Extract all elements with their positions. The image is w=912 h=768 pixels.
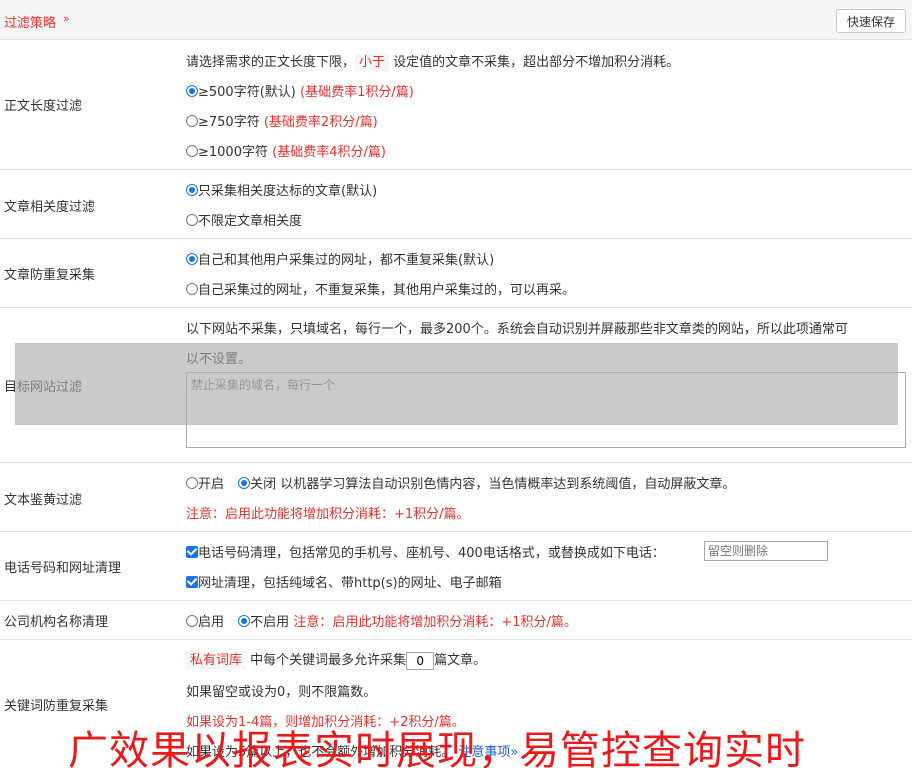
option-label: 网址清理，包括纯域名、带http(s)的网址、电子邮箱	[198, 576, 502, 591]
dedupe-option-self[interactable]: 自己采集过的网址，不重复采集，其他用户采集过的，可以再采。	[186, 279, 575, 298]
company-clean-options: 启用 不启用 注意：启用此功能将增加积分消耗：+1积分/篇。	[186, 611, 577, 630]
rate-note: (基础费率4积分/篇)	[272, 145, 386, 160]
keyword-dedupe-line1: 私有词库 中每个关键词最多允许采集 篇文章。	[186, 649, 486, 670]
quick-save-button[interactable]: 快速保存	[836, 9, 906, 33]
keyword-dedupe-label: 关键词防重复采集	[4, 699, 109, 714]
option-label: ≥750字符	[198, 115, 260, 130]
length-option-750[interactable]: ≥750字符 (基础费率2积分/篇)	[186, 111, 378, 130]
desc-text: 设定值的文章不采集，超出部分不增加积分消耗。	[393, 55, 680, 70]
option-label: 只采集相关度达标的文章(默认)	[198, 184, 378, 199]
porn-filter-label: 文本鉴黄过滤	[4, 493, 83, 508]
line-text: 篇文章。	[434, 653, 487, 668]
private-lexicon-link[interactable]: 私有词库	[186, 652, 247, 669]
length-filter-label: 正文长度过滤	[4, 99, 83, 114]
option-on-label[interactable]: 开启	[198, 477, 224, 492]
option-label: 自己和其他用户采集过的网址，都不重复采集(默认)	[198, 253, 495, 268]
chevron-down-icon[interactable]: »	[63, 12, 70, 25]
radio-button[interactable]	[186, 253, 198, 265]
ad-banner-text: 广效果以报表实时展现，易管控查询实时	[68, 728, 806, 768]
radio-button[interactable]	[238, 477, 251, 489]
checkbox[interactable]	[186, 576, 198, 588]
relevance-label: 文章相关度过滤	[4, 200, 96, 215]
phone-clean-label: 电话号码和网址清理	[4, 561, 122, 576]
section-title[interactable]: 过滤策略	[4, 12, 56, 31]
option-off-label[interactable]: 关闭	[250, 477, 276, 492]
radio-button[interactable]	[186, 184, 198, 196]
relevance-option-strict[interactable]: 只采集相关度达标的文章(默认)	[186, 180, 377, 199]
radio-button[interactable]	[186, 283, 198, 295]
blocked-domains-textarea[interactable]	[186, 372, 906, 448]
porn-filter-options: 开启 关闭 以机器学习算法自动识别色情内容，当色情概率达到系统阈值，自动屏蔽文章…	[186, 473, 735, 492]
dedupe-option-all[interactable]: 自己和其他用户采集过的网址，都不重复采集(默认)	[186, 249, 494, 268]
radio-button[interactable]	[186, 477, 198, 489]
radio-button[interactable]	[186, 145, 198, 157]
rate-note: (基础费率2积分/篇)	[263, 115, 378, 130]
site-filter-label: 目标网站过滤	[4, 380, 83, 395]
less-than-highlight: 小于	[355, 54, 390, 71]
phone-clean-option[interactable]: 电话号码清理，包括常见的手机号、座机号、400电话格式，或替换成如下电话：	[186, 542, 665, 561]
radio-button[interactable]	[186, 615, 198, 627]
length-filter-desc: 请选择需求的正文长度下限， 小于 设定值的文章不采集，超出部分不增加积分消耗。	[186, 51, 680, 71]
length-option-500[interactable]: ≥500字符(默认) (基础费率1积分/篇)	[186, 81, 414, 100]
option-label: 自己采集过的网址，不重复采集，其他用户采集过的，可以再采。	[198, 283, 576, 298]
option-label: 电话号码清理，包括常见的手机号、座机号、400电话格式，或替换成如下电话：	[198, 546, 665, 561]
rate-note: (基础费率1积分/篇)	[300, 85, 414, 100]
porn-filter-note: 注意：启用此功能将增加积分消耗：+1积分/篇。	[186, 507, 470, 522]
radio-button[interactable]	[186, 85, 198, 97]
desc-text: 请选择需求的正文长度下限，	[186, 55, 356, 70]
option-off-label[interactable]: 不启用	[250, 615, 289, 630]
company-clean-note: 注意：启用此功能将增加积分消耗：+1积分/篇。	[293, 615, 577, 630]
radio-button[interactable]	[238, 615, 251, 627]
option-label: ≥1000字符	[198, 145, 268, 160]
option-on-label[interactable]: 启用	[198, 615, 224, 630]
line-text: 中每个关键词最多允许采集	[250, 653, 407, 668]
url-clean-option[interactable]: 网址清理，包括纯域名、带http(s)的网址、电子邮箱	[186, 572, 502, 591]
dedupe-label: 文章防重复采集	[4, 268, 96, 283]
porn-filter-desc: 以机器学习算法自动识别色情内容，当色情概率达到系统阈值，自动屏蔽文章。	[280, 477, 736, 492]
option-label: ≥500字符(默认)	[198, 85, 296, 100]
keyword-dedupe-line2: 如果留空或设为0，则不限篇数。	[186, 685, 377, 700]
relevance-option-any[interactable]: 不限定文章相关度	[186, 210, 302, 229]
site-filter-desc-1: 以下网站不采集，只填域名，每行一个，最多200个。系统会自动识别并屏蔽那些非文章…	[186, 322, 848, 337]
relevance-row: 文章相关度过滤	[0, 170, 912, 239]
option-label: 不限定文章相关度	[198, 214, 303, 229]
replacement-phone-input[interactable]	[704, 541, 828, 561]
site-filter-desc-2: 以不设置。	[186, 352, 252, 367]
radio-button[interactable]	[186, 214, 198, 226]
checkbox[interactable]	[186, 546, 198, 558]
company-clean-label: 公司机构名称清理	[4, 615, 109, 630]
length-option-1000[interactable]: ≥1000字符 (基础费率4积分/篇)	[186, 141, 386, 160]
radio-button[interactable]	[186, 115, 198, 127]
max-articles-input[interactable]	[406, 651, 435, 670]
strategy-header: 过滤策略 » 快速保存	[0, 0, 912, 40]
